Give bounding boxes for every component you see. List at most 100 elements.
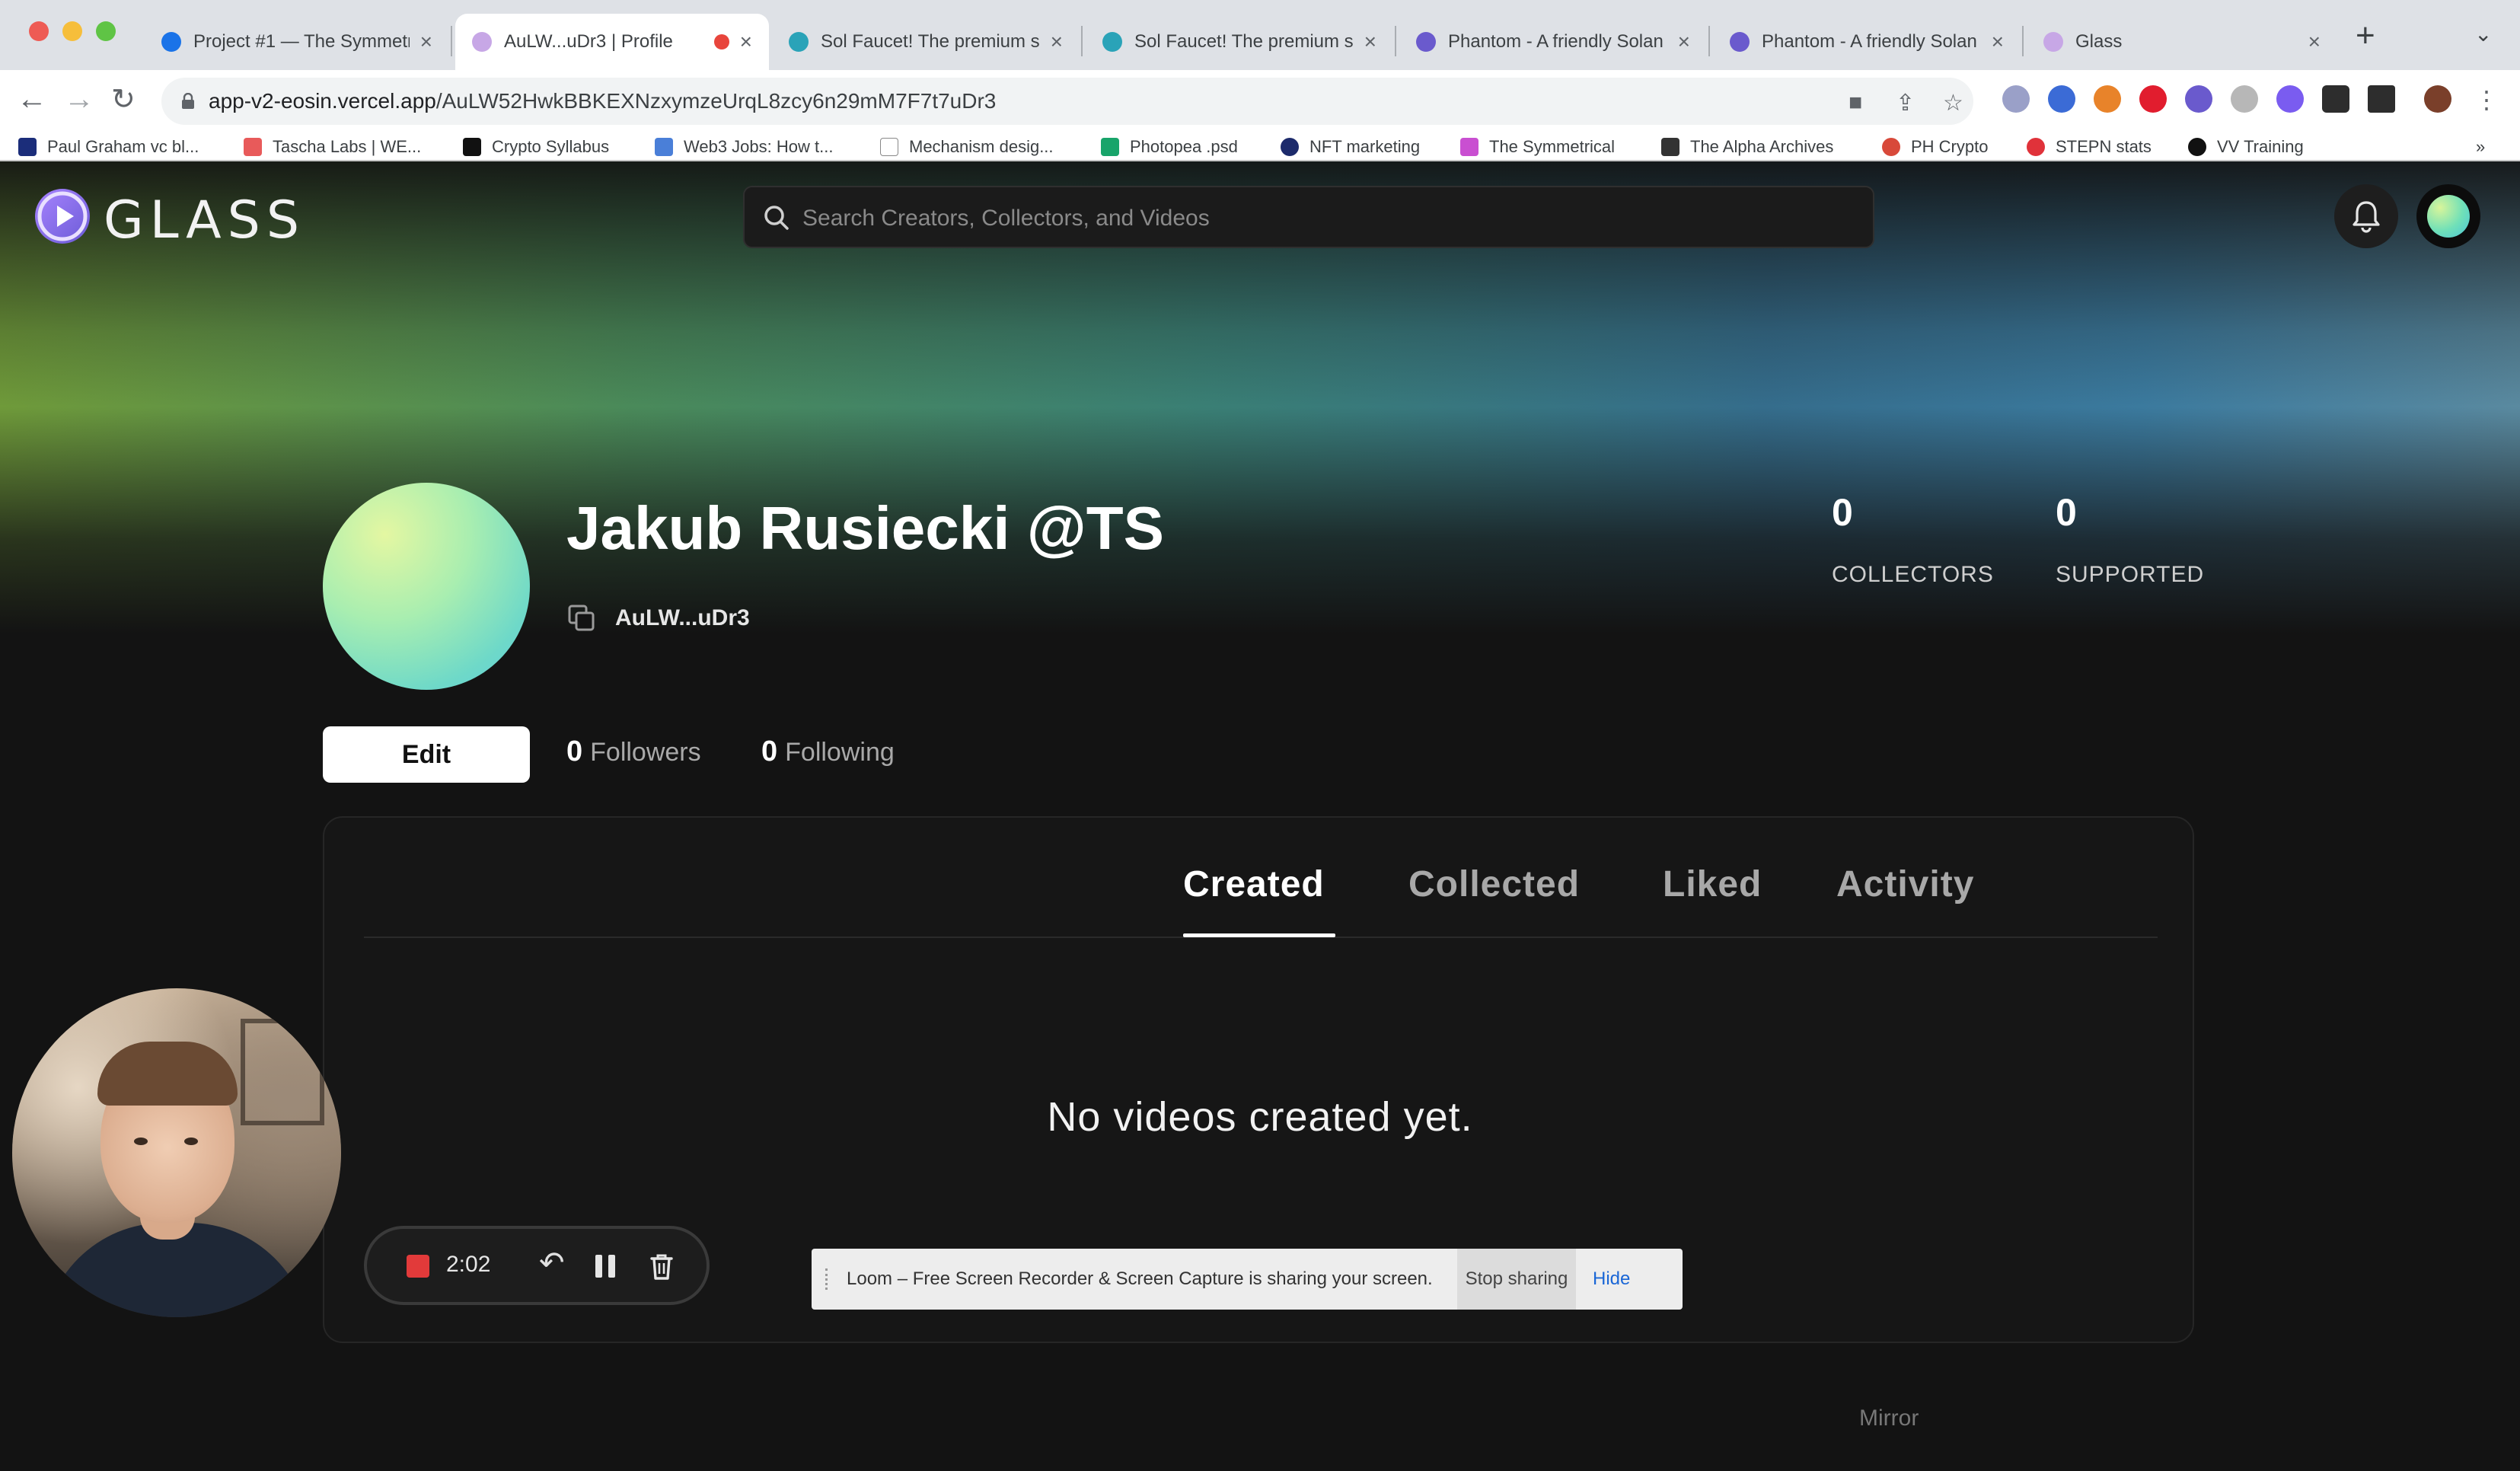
drag-handle-icon[interactable]: [825, 1268, 833, 1290]
puzzle-extensions-icon[interactable]: [2322, 85, 2349, 113]
glass-logo-icon[interactable]: [35, 189, 90, 244]
browser-tab[interactable]: Glass ×: [2027, 14, 2337, 70]
browser-tab[interactable]: Phantom - A friendly Solan ×: [1399, 14, 1707, 70]
forward-arrow-icon[interactable]: →: [64, 82, 94, 116]
maximize-window-button[interactable]: [96, 21, 116, 41]
new-tab-button[interactable]: +: [2356, 17, 2375, 55]
tab-title: AuLW...uDr3 | Profile: [504, 31, 673, 52]
profile-name: Jakub Rusiecki @TS: [566, 494, 1164, 562]
tab-search-chevron-icon[interactable]: ⌄: [2474, 21, 2492, 46]
camera-icon[interactable]: ■: [1849, 90, 1862, 116]
close-tab-icon[interactable]: ×: [420, 30, 432, 54]
bookmark-item[interactable]: Web3 Jobs: How t...: [655, 134, 833, 160]
extension-icon[interactable]: [2002, 85, 2030, 113]
side-panel-icon[interactable]: [2368, 85, 2395, 113]
tab-activity[interactable]: Activity: [1836, 863, 1974, 905]
bookmark-label: Paul Graham vc bl...: [47, 137, 199, 156]
profile-avatar: [323, 483, 530, 690]
bookmark-item[interactable]: Mechanism desig...: [880, 134, 1054, 160]
browser-toolbar: ← → ↻ app-v2-eosin.vercel.app/AuLW52HwkB…: [0, 70, 2520, 134]
browser-tab[interactable]: Project #1 — The Symmetr ×: [145, 14, 449, 70]
minimize-window-button[interactable]: [62, 21, 82, 41]
share-icon[interactable]: ⇪: [1896, 90, 1915, 116]
bookmark-favicon-icon: [1281, 138, 1299, 156]
extension-icon[interactable]: [2276, 85, 2304, 113]
bookmark-item[interactable]: NFT marketing: [1281, 134, 1420, 160]
webcam-bubble[interactable]: [12, 988, 341, 1317]
content-tabs: Created Collected Liked Activity: [364, 818, 2158, 938]
trash-icon[interactable]: [649, 1252, 675, 1281]
undo-icon[interactable]: ↶: [539, 1246, 565, 1281]
edit-profile-button[interactable]: Edit: [323, 726, 530, 783]
bookmark-label: Crypto Syllabus: [492, 137, 610, 156]
screen-sharing-message: Loom – Free Screen Recorder & Screen Cap…: [847, 1268, 1433, 1289]
extension-icon[interactable]: [2048, 85, 2075, 113]
notifications-button[interactable]: [2334, 184, 2398, 248]
wallet-address[interactable]: AuLW...uDr3: [566, 603, 750, 633]
search-icon: [764, 206, 789, 230]
browser-tab[interactable]: Phantom - A friendly Solan ×: [1713, 14, 2021, 70]
menu-kebab-icon[interactable]: ⋮: [2474, 85, 2499, 114]
metamask-icon[interactable]: [2094, 85, 2121, 113]
active-tab-indicator: [1183, 933, 1335, 937]
bookmark-label: VV Training: [2217, 137, 2304, 156]
pause-icon[interactable]: [595, 1255, 617, 1278]
close-tab-icon[interactable]: ×: [1992, 30, 2004, 54]
browser-tab[interactable]: Sol Faucet! The premium s ×: [1086, 14, 1393, 70]
close-tab-icon[interactable]: ×: [2308, 30, 2321, 54]
bookmark-label: PH Crypto: [1911, 137, 1989, 156]
bookmark-item[interactable]: PH Crypto: [1882, 134, 1988, 160]
supported-stat[interactable]: 0 SUPPORTED: [2056, 490, 2204, 588]
close-tab-icon[interactable]: ×: [1364, 30, 1376, 54]
bookmark-label: The Symmetrical: [1489, 137, 1616, 156]
close-tab-icon[interactable]: ×: [1678, 30, 1690, 54]
close-window-button[interactable]: [29, 21, 49, 41]
address-bar[interactable]: app-v2-eosin.vercel.app/AuLW52HwkBBKEXNz…: [161, 78, 1973, 125]
tab-favicon-icon: [161, 32, 181, 52]
bookmark-item[interactable]: STEPN stats: [2027, 134, 2152, 160]
bookmark-item[interactable]: Paul Graham vc bl...: [18, 134, 199, 160]
bookmark-item[interactable]: Crypto Syllabus: [463, 134, 609, 160]
hide-sharing-bar-button[interactable]: Hide: [1593, 1268, 1630, 1290]
more-bookmarks-icon[interactable]: »: [2476, 134, 2485, 160]
bookmark-label: Tascha Labs | WE...: [273, 137, 422, 156]
app-logo-text[interactable]: GLASS: [104, 190, 305, 250]
search-input[interactable]: Search Creators, Collectors, and Videos: [743, 186, 1874, 248]
collectors-stat[interactable]: 0 COLLECTORS: [1832, 490, 1994, 588]
bookmark-item[interactable]: The Symmetrical: [1460, 134, 1615, 160]
reload-icon[interactable]: ↻: [111, 82, 136, 116]
collectors-label: COLLECTORS: [1832, 562, 1994, 587]
bookmark-item[interactable]: Tascha Labs | WE...: [244, 134, 421, 160]
tab-title: Phantom - A friendly Solan: [1448, 31, 1664, 52]
browser-tab[interactable]: Sol Faucet! The premium s ×: [772, 14, 1080, 70]
bookmark-item[interactable]: The Alpha Archives: [1661, 134, 1833, 160]
copy-icon[interactable]: [566, 603, 597, 633]
opera-icon[interactable]: [2139, 85, 2167, 113]
bookmark-favicon-icon: [18, 138, 37, 156]
supported-label: SUPPORTED: [2056, 562, 2205, 587]
tab-collected[interactable]: Collected: [1408, 863, 1580, 905]
tab-title: Sol Faucet! The premium s: [1134, 31, 1354, 52]
tab-liked[interactable]: Liked: [1663, 863, 1762, 905]
recording-timer: 2:02: [446, 1252, 491, 1277]
tab-created[interactable]: Created: [1183, 863, 1325, 905]
bookmark-item[interactable]: Photopea .psd: [1101, 134, 1238, 160]
bookmark-label: Mechanism desig...: [909, 137, 1054, 156]
browser-tab-active[interactable]: AuLW...uDr3 | Profile ×: [455, 14, 769, 70]
bookmark-item[interactable]: VV Training: [2188, 134, 2304, 160]
phantom-icon[interactable]: [2185, 85, 2212, 113]
stop-recording-button[interactable]: [407, 1255, 429, 1278]
stop-sharing-button[interactable]: Stop sharing: [1457, 1249, 1576, 1310]
mirror-link[interactable]: Mirror: [1859, 1406, 1919, 1431]
user-avatar-button[interactable]: [2416, 184, 2480, 248]
close-tab-icon[interactable]: ×: [740, 30, 752, 54]
profile-avatar-icon[interactable]: [2424, 85, 2451, 113]
bell-icon: [2353, 201, 2380, 233]
back-arrow-icon[interactable]: ←: [17, 82, 47, 116]
extension-icon[interactable]: [2231, 85, 2258, 113]
bookmark-star-icon[interactable]: ☆: [1943, 90, 1963, 116]
following-link[interactable]: 0 Following: [761, 736, 895, 768]
bookmark-label: Photopea .psd: [1130, 137, 1238, 156]
close-tab-icon[interactable]: ×: [1051, 30, 1063, 54]
followers-link[interactable]: 0 Followers: [566, 736, 701, 768]
